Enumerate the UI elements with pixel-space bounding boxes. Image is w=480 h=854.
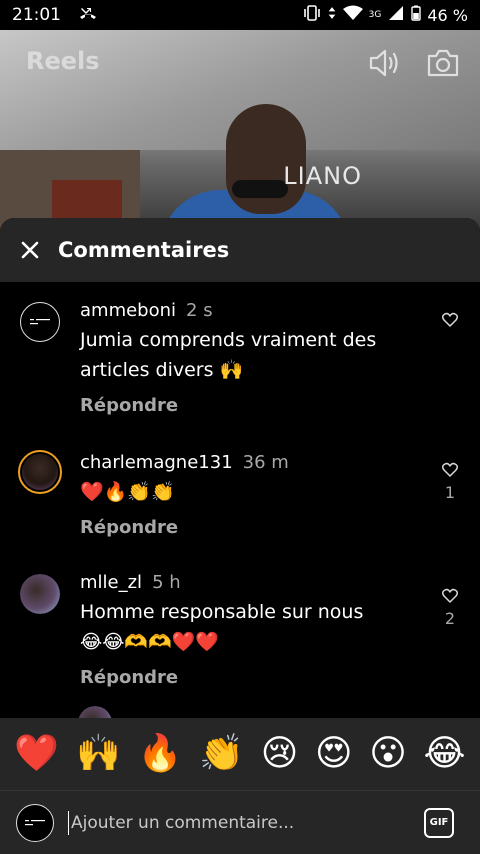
reply-button[interactable]: Répondre xyxy=(80,517,420,538)
like-count: 2 xyxy=(444,609,456,628)
comments-sheet: Commentaires ammeboni 2 s Jumia comprends… xyxy=(0,218,480,854)
comment-time: 5 h xyxy=(152,572,181,593)
emoji-laughing[interactable]: 😂 xyxy=(424,736,466,772)
emoji-surprised[interactable]: 😮 xyxy=(369,736,407,772)
avatar-image xyxy=(22,454,58,490)
avatar[interactable] xyxy=(78,706,112,718)
emoji-heart-eyes[interactable]: 😍 xyxy=(315,736,353,772)
reply-button[interactable]: Répondre xyxy=(80,395,420,416)
heart-outline-icon[interactable] xyxy=(442,462,458,477)
status-time: 21:01 xyxy=(12,5,61,25)
like-count: 1 xyxy=(444,483,456,502)
comment-username[interactable]: charlemagne131 xyxy=(80,452,233,473)
comment-body: mlle_zl 5 h Homme responsable sur nous 😂😂… xyxy=(80,572,420,688)
avatar-image xyxy=(78,706,112,718)
like-control[interactable] xyxy=(438,312,462,333)
battery-icon xyxy=(411,5,422,25)
avatar[interactable] xyxy=(20,574,60,614)
comment-username[interactable]: ammeboni xyxy=(80,300,176,321)
camera-icon[interactable] xyxy=(426,48,460,82)
emoji-clap[interactable]: 👏 xyxy=(199,736,244,772)
signal-icon xyxy=(387,5,405,25)
close-icon xyxy=(21,241,39,259)
comment-username[interactable]: mlle_zl xyxy=(80,572,142,593)
reels-title: Reels xyxy=(26,47,100,75)
emoji-crying[interactable]: 😢 xyxy=(261,736,299,772)
volume-icon[interactable] xyxy=(368,48,400,82)
comments-sheet-header: Commentaires xyxy=(0,218,480,282)
missed-call-icon xyxy=(79,5,97,26)
avatar-image xyxy=(20,574,60,614)
comment-time: 36 m xyxy=(242,452,289,473)
video-person-glasses xyxy=(232,180,288,198)
comment-input-row: GIF xyxy=(0,790,480,854)
battery-percentage: 46 % xyxy=(427,5,468,25)
close-button[interactable] xyxy=(16,236,44,264)
comment-input[interactable] xyxy=(68,810,412,835)
data-arrows-icon xyxy=(327,5,337,25)
like-control[interactable]: 1 xyxy=(438,462,462,502)
heart-outline-icon[interactable] xyxy=(442,312,458,327)
wifi-icon xyxy=(342,5,363,25)
comment-body: charlemagne131 36 m ❤️🔥👏👏 Répondre xyxy=(80,452,420,538)
network-type-label: 3G xyxy=(368,10,382,20)
emoji-fire[interactable]: 🔥 xyxy=(138,736,183,772)
comments-list[interactable]: ammeboni 2 s Jumia comprends vraiment des… xyxy=(0,282,480,718)
comment-text: Homme responsable sur nous 😂😂🫶🫶❤️❤️ xyxy=(80,601,364,653)
comments-title: Commentaires xyxy=(58,238,230,262)
emoji-reaction-bar: ❤️ 🙌 🔥 👏 😢 😍 😮 😂 xyxy=(0,718,480,790)
avatar[interactable] xyxy=(18,450,62,494)
emoji-heart[interactable]: ❤️ xyxy=(14,736,59,772)
comment-body: ammeboni 2 s Jumia comprends vraiment des… xyxy=(80,300,420,416)
status-bar: 21:01 3G 46 % xyxy=(0,0,480,30)
brand-logo-icon xyxy=(30,319,50,325)
comment-time: 2 s xyxy=(186,300,213,321)
emoji-raised-hands[interactable]: 🙌 xyxy=(76,736,121,772)
heart-outline-icon[interactable] xyxy=(442,588,458,603)
comment-text: Jumia comprends vraiment des articles di… xyxy=(80,329,377,381)
comment-text: ❤️🔥👏👏 xyxy=(80,481,175,503)
current-user-avatar xyxy=(16,803,54,842)
video-controls xyxy=(368,48,460,82)
avatar[interactable] xyxy=(20,302,60,342)
gif-button[interactable]: GIF xyxy=(424,807,454,838)
brand-logo-icon xyxy=(25,819,45,825)
video-sign-text: LIANO xyxy=(283,162,362,190)
reply-button[interactable]: Répondre xyxy=(80,667,420,688)
like-control[interactable]: 2 xyxy=(438,588,462,628)
vibrate-icon xyxy=(303,5,321,25)
